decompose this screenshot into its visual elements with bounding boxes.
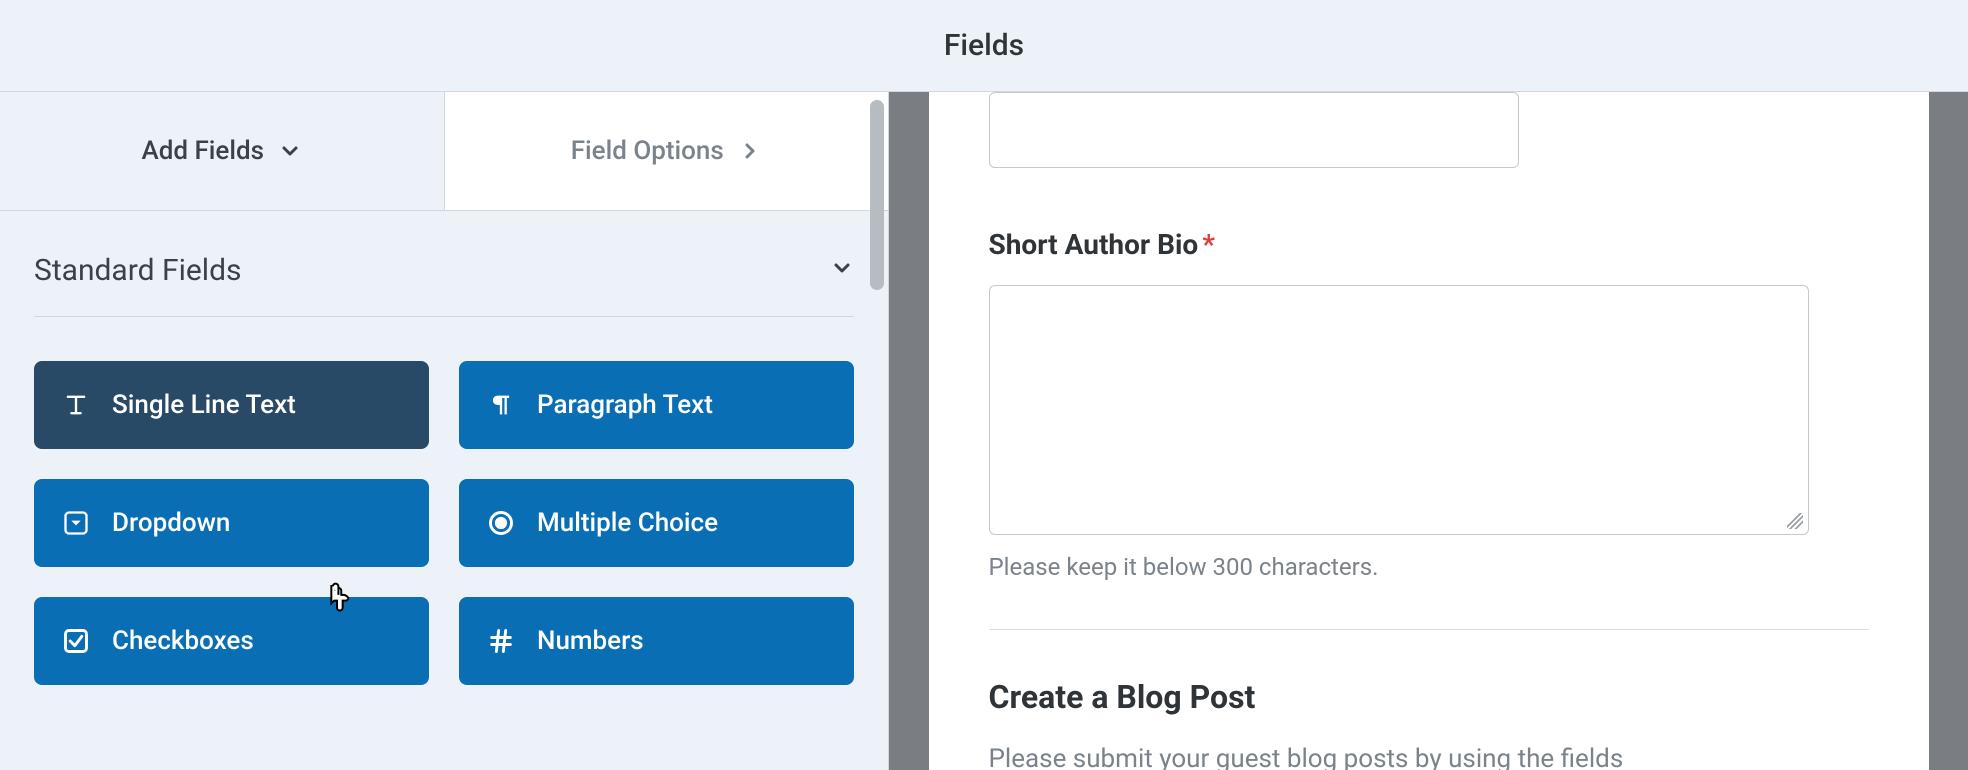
checkbox-icon <box>62 627 90 655</box>
field-button-label: Single Line Text <box>112 390 296 420</box>
sidebar-tabs: Add Fields Field Options <box>0 92 888 211</box>
radio-icon <box>487 509 515 537</box>
section-title-blog: Create a Blog Post <box>989 678 1869 716</box>
bio-textarea[interactable] <box>989 285 1809 535</box>
form-preview: Short Author Bio* Please keep it below 3… <box>889 92 1968 770</box>
section-header-label: Standard Fields <box>34 253 241 288</box>
tab-add-fields-label: Add Fields <box>141 136 264 166</box>
field-button-label: Multiple Choice <box>537 508 718 538</box>
form-card: Short Author Bio* Please keep it below 3… <box>929 92 1929 770</box>
page-title: Fields <box>0 0 1968 92</box>
field-button-single-line-text[interactable]: Single Line Text <box>34 361 429 449</box>
section-divider <box>989 629 1869 630</box>
field-helper-text: Please keep it below 300 characters. <box>989 553 1869 581</box>
tab-add-fields[interactable]: Add Fields <box>0 92 444 210</box>
hash-icon <box>487 627 515 655</box>
chevron-right-icon <box>738 139 762 163</box>
field-button-paragraph-text[interactable]: Paragraph Text <box>459 361 854 449</box>
tab-field-options[interactable]: Field Options <box>444 92 889 210</box>
field-button-checkboxes[interactable]: Checkboxes <box>34 597 429 685</box>
field-button-label: Dropdown <box>112 508 230 538</box>
text-input[interactable] <box>989 92 1519 168</box>
field-label-bio: Short Author Bio* <box>989 228 1869 261</box>
section-header-standard-fields[interactable]: Standard Fields <box>34 253 854 317</box>
text-cursor-icon <box>62 391 90 419</box>
scrollbar-thumb[interactable] <box>870 100 884 290</box>
caret-down-square-icon <box>62 509 90 537</box>
section-description: Please submit your guest blog posts by u… <box>989 744 1869 770</box>
field-button-multiple-choice[interactable]: Multiple Choice <box>459 479 854 567</box>
tab-field-options-label: Field Options <box>571 136 724 166</box>
required-asterisk: * <box>1202 228 1215 261</box>
field-button-label: Checkboxes <box>112 626 254 656</box>
chevron-down-icon <box>830 253 854 288</box>
field-button-label: Paragraph Text <box>537 390 713 420</box>
field-button-numbers[interactable]: Numbers <box>459 597 854 685</box>
field-button-label: Numbers <box>537 626 644 656</box>
field-button-dropdown[interactable]: Dropdown <box>34 479 429 567</box>
sidebar-panel: Add Fields Field Options Standard Fields <box>0 92 889 770</box>
field-label-text: Short Author Bio <box>989 228 1199 261</box>
page-title-text: Fields <box>944 28 1024 63</box>
pilcrow-icon <box>487 391 515 419</box>
chevron-down-icon <box>278 139 302 163</box>
